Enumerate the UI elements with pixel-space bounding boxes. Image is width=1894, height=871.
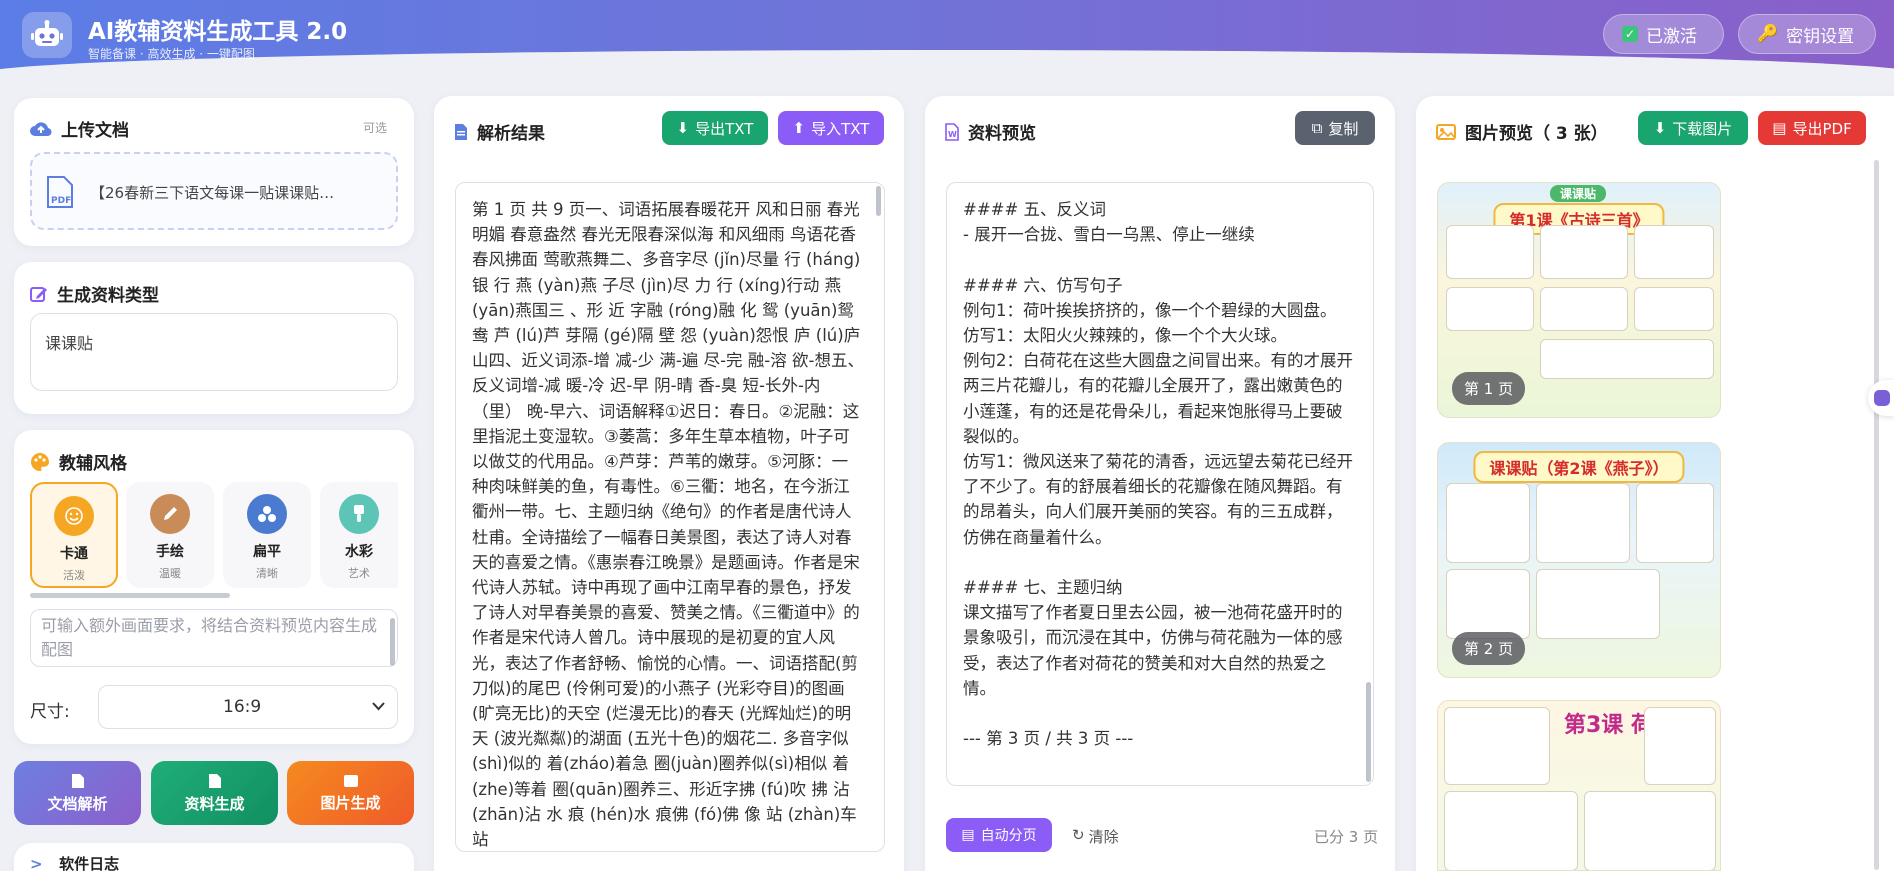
parse-document-button[interactable]: 文档解析: [14, 761, 141, 825]
export-txt-button[interactable]: ⬇ 导出TXT: [662, 111, 768, 145]
size-label: 尺寸:: [30, 702, 70, 722]
thumbnail-block: [1634, 225, 1714, 279]
image-scrollbar[interactable]: [1874, 160, 1879, 870]
document-icon: ▤: [961, 827, 975, 843]
thumbnail-block: [1644, 707, 1716, 785]
robot-logo-icon: [22, 12, 72, 58]
image-icon: [343, 774, 358, 787]
size-select[interactable]: 16:9: [98, 685, 398, 729]
check-icon: ✓: [1622, 26, 1638, 42]
svg-text:PDF: PDF: [51, 196, 71, 206]
thumbnail-block: [1540, 287, 1628, 331]
style-option-cartoon[interactable]: 卡通 活泼: [30, 482, 118, 588]
style-option-watercolor[interactable]: 水彩 艺术: [320, 482, 398, 588]
pdf-icon: [71, 773, 84, 788]
page-count: 已分 3 页: [1314, 828, 1379, 846]
thumbnail-page-3[interactable]: 第3课 荷花: [1437, 700, 1721, 871]
thumbnail-block: [1536, 569, 1660, 639]
thumbnail-block: [1444, 707, 1550, 785]
thumbnail-block: [1634, 287, 1714, 331]
app-title: AI教辅资料生成工具 2.0: [88, 19, 348, 45]
pencil-icon: [150, 494, 190, 534]
thumbnail-block: [1444, 791, 1578, 870]
preview-title: W 资料预览: [945, 119, 1036, 144]
download-icon: ⬇: [676, 119, 690, 137]
pdf-file-icon: PDF: [46, 175, 74, 209]
thumbnail-block: [1540, 339, 1714, 379]
generate-material-button[interactable]: 资料生成: [151, 761, 278, 825]
thumbnail-block: [1536, 483, 1630, 563]
thumbnail-block: [1540, 225, 1628, 279]
robot-icon: [1874, 390, 1890, 406]
thumbnail-block: [1446, 569, 1530, 639]
style-option-handdrawn[interactable]: 手绘 温暖: [126, 482, 214, 588]
image-preview-title: 图片预览（ 3 张）: [1436, 119, 1608, 144]
parse-title: 解析结果: [454, 119, 545, 144]
download-icon: ⬇: [1653, 119, 1667, 137]
extra-input-scrollbar[interactable]: [390, 618, 395, 666]
thumbnail-block: [1636, 483, 1714, 563]
gen-type-input[interactable]: 课课贴: [30, 313, 398, 391]
extra-requirement-input[interactable]: 可输入额外画面要求，将结合资料预览内容生成配图: [30, 609, 398, 667]
svg-text:W: W: [948, 130, 957, 139]
log-title: >_ 软件日志: [30, 854, 120, 871]
generate-image-button[interactable]: 图片生成: [287, 761, 414, 825]
gen-type-title: 生成资料类型: [30, 281, 159, 306]
upload-title: 上传文档: [30, 116, 129, 141]
activated-button[interactable]: ✓ 已激活: [1603, 14, 1724, 54]
thumbnail-block: [1446, 483, 1530, 563]
style-option-flat[interactable]: 扁平 清晰: [223, 482, 311, 588]
thumbnail-page-2[interactable]: 课课贴（第2课《燕子》） 第 2 页: [1437, 442, 1721, 678]
thumbnail-block: [1446, 287, 1534, 331]
import-txt-button[interactable]: ⬆ 导入TXT: [778, 111, 884, 145]
preview-text[interactable]: #### 五、反义词 - 展开一合拢、雪白一乌黑、停止一继续 #### 六、仿写…: [946, 182, 1374, 786]
upload-optional-label: 可选: [363, 121, 388, 135]
thumbnail-block: [1446, 225, 1534, 279]
copy-icon: ⧉: [1311, 119, 1323, 137]
app-subtitle: 智能备课 · 高效生成 · 一键配图: [88, 47, 255, 61]
refresh-icon: ↻: [1072, 826, 1085, 844]
style-scrollbar[interactable]: [30, 593, 230, 598]
cloud-upload-icon: [30, 121, 52, 136]
preview-scrollbar[interactable]: [1366, 682, 1371, 782]
smile-icon: [54, 496, 94, 536]
document-icon: [455, 123, 467, 140]
upload-icon: ⬆: [792, 119, 806, 137]
parse-result-text[interactable]: 第 1 页 共 9 页一、词语拓展春暖花开 风和日丽 春光明媚 春意盎然 春光无…: [455, 182, 885, 852]
edit-icon: [30, 286, 47, 302]
auto-paginate-button[interactable]: ▤ 自动分页: [946, 818, 1052, 852]
style-title: 教辅风格: [30, 449, 127, 474]
thumbnail-page-label: 第 1 页: [1452, 372, 1526, 405]
key-settings-button[interactable]: 🔑 密钥设置: [1738, 14, 1876, 54]
app-header: AI教辅资料生成工具 2.0 智能备课 · 高效生成 · 一键配图 ✓ 已激活 …: [0, 0, 1894, 74]
pdf-icon: ▤: [1772, 119, 1787, 137]
file-drop-zone[interactable]: PDF 【26春新三下语文每课一贴课课贴…: [30, 152, 398, 230]
thumbnail-block: [1584, 791, 1716, 870]
copy-button[interactable]: ⧉ 复制: [1295, 111, 1375, 145]
terminal-icon: >_: [30, 854, 51, 871]
thumbnail-tag: 课课贴: [1550, 185, 1607, 202]
key-icon: 🔑: [1757, 24, 1779, 44]
word-doc-icon: W: [945, 122, 959, 141]
export-pdf-button[interactable]: ▤ 导出PDF: [1758, 111, 1866, 145]
chevron-down-icon: [372, 702, 385, 711]
download-image-button[interactable]: ⬇ 下载图片: [1638, 111, 1748, 145]
shapes-icon: [247, 494, 287, 534]
parse-scrollbar[interactable]: [876, 186, 881, 216]
image-icon: [1436, 123, 1456, 140]
clear-button[interactable]: ↻ 清除: [1072, 826, 1119, 847]
uploaded-file-name: 【26春新三下语文每课一贴课课贴…: [90, 184, 335, 202]
thumbnail-page-label: 第 2 页: [1452, 632, 1526, 665]
header-wave: [0, 50, 1894, 74]
palette-icon: [31, 452, 49, 471]
thumbnail-page-1[interactable]: 课课贴 第1课《古诗三首》 第 1 页: [1437, 182, 1721, 418]
document-icon: [208, 773, 221, 788]
thumbnail-banner: 课课贴（第2课《燕子》）: [1473, 451, 1685, 483]
brush-icon: [339, 494, 379, 534]
